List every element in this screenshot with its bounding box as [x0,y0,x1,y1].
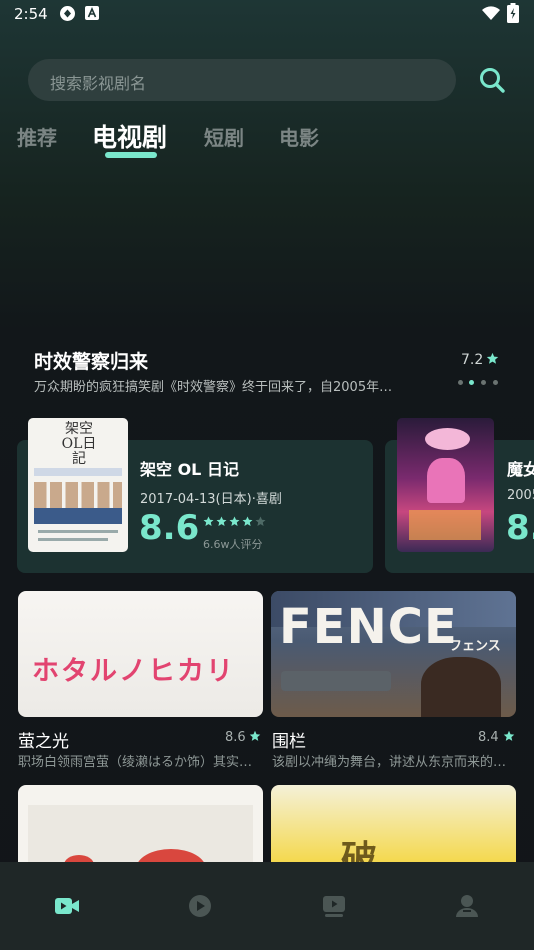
banner-description: 万众期盼的疯狂搞笑剧《时效警察》终于回来了，自2005年… [34,380,393,395]
featured-meta: 2005 [507,488,534,503]
carousel-dot[interactable] [493,380,498,385]
grid-title: 围栏 [272,732,306,752]
carousel-dot[interactable] [481,380,486,385]
tv-play-icon[interactable] [321,893,347,919]
featured-poster: 架空OL日記 [28,418,128,552]
banner-title: 时效警察归来 [34,351,149,373]
a-badge-icon [85,6,99,20]
play-circle-icon[interactable] [187,893,213,919]
featured-title: 架空 OL 日记 [140,460,239,479]
featured-poster [397,418,494,552]
tab-recommend[interactable]: 推荐 [17,122,57,151]
grid-description: 职场白领雨宫萤（绫濑はるか饰）其实… [18,755,253,770]
grid-description: 该剧以冲绳为舞台，讲述从东京而来的… [272,755,507,770]
tab-short-drama[interactable]: 短剧 [204,122,244,151]
video-camera-icon[interactable] [54,893,80,919]
search-icon[interactable] [478,66,506,94]
status-time: 2:54 [14,5,48,23]
poster-title-text: 架空OL日記 [61,421,97,467]
banner-score: 7.2 [461,352,484,368]
star-icon [503,730,515,742]
featured-score: 8. [506,508,534,548]
carousel-dot[interactable] [458,380,463,385]
thumb-title-text: FENCE [279,599,458,655]
search-placeholder: 搜索影视剧名 [50,74,147,93]
battery-charging-icon [507,3,519,23]
grid-score: 8.4 [478,730,499,745]
featured-score: 8.6 [139,508,200,548]
search-input[interactable]: 搜索影视剧名 [28,59,456,101]
thumb-title-text: ホタルノヒカリ [32,656,235,687]
grid-thumbnail[interactable]: ホタルノヒカリ [18,591,263,717]
featured-title: 魔女 [507,460,534,479]
star-icon [249,730,261,742]
user-icon[interactable] [454,893,480,919]
carousel-dot-active[interactable] [469,380,474,385]
grid-score: 8.6 [225,730,246,745]
tab-active-indicator [105,152,157,158]
tab-tv-series[interactable]: 电视剧 [92,118,167,154]
thumb-subtitle-text: フェンス [449,639,501,654]
grid-thumbnail[interactable]: FENCE フェンス [271,591,516,717]
star-rating [203,516,267,527]
star-icon [486,352,499,365]
tab-movie[interactable]: 电影 [279,122,319,151]
sync-icon [59,5,76,22]
featured-rating-count: 6.6w人评分 [203,538,263,551]
wifi-icon [482,5,500,21]
status-bar: 2:54 [0,0,534,28]
featured-meta: 2017-04-13(日本)·喜剧 [140,492,282,507]
grid-title: 萤之光 [18,732,69,752]
